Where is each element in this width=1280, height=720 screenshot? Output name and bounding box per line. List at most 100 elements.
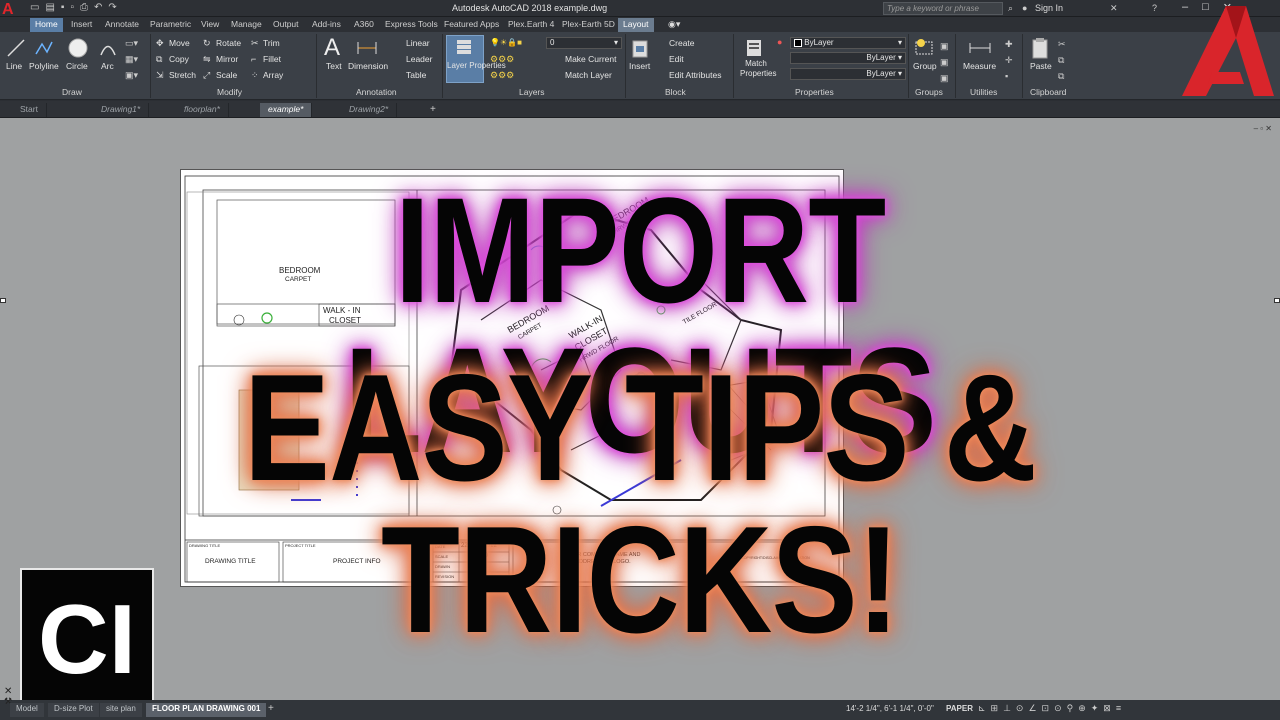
layer-properties-button[interactable]: Layer Properties — [446, 35, 506, 83]
status-tools-icons[interactable]: ⊾⊞⊥⊙∠⊡⊙⚲⊕✦⊠≡ — [978, 703, 1126, 714]
dimension-icon[interactable] — [356, 38, 378, 58]
paper-space-toggle[interactable]: PAPER — [946, 704, 973, 713]
tab-view[interactable]: View — [201, 18, 219, 32]
print-icon[interactable]: ⎙ — [80, 2, 88, 13]
tab-layout[interactable]: Layout — [618, 18, 654, 32]
search-input[interactable]: Type a keyword or phrase — [883, 2, 1003, 15]
hatch-icon[interactable]: ▦▾ — [125, 54, 138, 65]
sign-in-button[interactable]: Sign In — [1035, 3, 1063, 13]
annotation-panel-label[interactable]: Annotation — [356, 87, 397, 97]
tab-output[interactable]: Output — [273, 18, 299, 32]
edit-attributes-button[interactable]: Edit Attributes — [669, 70, 721, 80]
layout-tab-site-plan[interactable]: site plan — [100, 703, 142, 717]
table-button[interactable]: Table — [406, 70, 426, 80]
polyline-button[interactable]: Polyline — [29, 61, 59, 71]
match-properties-icon[interactable] — [744, 37, 764, 59]
tab-add-ins[interactable]: Add-ins — [312, 18, 341, 32]
paste-button[interactable]: Paste — [1030, 61, 1052, 71]
rectangle-icon[interactable]: ▭▾ — [125, 38, 138, 49]
insert-block-icon[interactable] — [630, 38, 650, 60]
rotate-button[interactable]: Rotate — [216, 38, 241, 48]
tab-parametric[interactable]: Parametric — [150, 18, 191, 32]
scale-button[interactable]: Scale — [216, 70, 237, 80]
linetype-dropdown[interactable]: ByLayer ▾ — [790, 52, 906, 64]
arc-icon[interactable] — [98, 38, 118, 58]
layer-tools-icons-2[interactable]: ⚙⚙⚙ — [490, 70, 514, 81]
mirror-button[interactable]: Mirror — [216, 54, 238, 64]
groups-panel-label[interactable]: Groups — [915, 87, 943, 97]
tab-express-tools[interactable]: Express Tools — [385, 18, 438, 32]
viewport-controls[interactable]: – ▫ ✕ — [1254, 124, 1272, 133]
leader-button[interactable]: Leader — [406, 54, 432, 64]
linear-button[interactable]: Linear — [406, 38, 430, 48]
edit-button[interactable]: Edit — [669, 54, 684, 64]
layers-panel-label[interactable]: Layers — [519, 87, 545, 97]
dimension-button[interactable]: Dimension — [348, 61, 388, 71]
paste-icon[interactable] — [1030, 36, 1050, 60]
binoculars-icon[interactable]: ⌕ — [1008, 3, 1013, 14]
utility-tools-icons[interactable]: ✚ ✛ ▪ — [1005, 36, 1013, 84]
doc-tab-floorplan[interactable]: floorplan* — [176, 103, 229, 117]
boundary-icon[interactable]: ▣▾ — [125, 70, 138, 81]
tab-home[interactable]: Home — [30, 18, 63, 32]
make-current-button[interactable]: Make Current — [565, 54, 617, 64]
copy-button[interactable]: Copy — [169, 54, 189, 64]
clipboard-tools-icons[interactable]: ✂ ⧉ ⧉ — [1058, 36, 1066, 84]
fillet-button[interactable]: Fillet — [263, 54, 281, 64]
lineweight-dropdown[interactable]: ByLayer ▾ — [790, 68, 906, 80]
redo-icon[interactable]: ↷ — [108, 2, 116, 13]
layout-tab-model[interactable]: Model — [10, 703, 44, 717]
tab-featured-apps[interactable]: Featured Apps — [444, 18, 499, 32]
utilities-panel-label[interactable]: Utilities — [970, 87, 997, 97]
doc-tab-drawing1[interactable]: Drawing1* — [93, 103, 150, 117]
layout-tab-floor-plan[interactable]: FLOOR PLAN DRAWING 001 — [146, 703, 267, 717]
circle-icon[interactable] — [67, 37, 89, 59]
doc-tab-drawing2[interactable]: Drawing2* — [341, 103, 398, 117]
layer-tools-icons[interactable]: ⚙⚙⚙ — [490, 54, 514, 65]
application-menu-button[interactable]: A — [2, 1, 28, 18]
measure-button[interactable]: Measure — [963, 61, 996, 71]
group-icon[interactable] — [913, 36, 937, 58]
layout-tab-d-size-plot[interactable]: D-size Plot — [48, 703, 99, 717]
ribbon-options-icon[interactable]: ◉▾ — [668, 19, 680, 30]
doc-tab-example[interactable]: example* — [260, 103, 313, 117]
modify-panel-label[interactable]: Modify — [217, 87, 242, 97]
arc-button[interactable]: Arc — [101, 61, 114, 71]
add-layout-icon[interactable]: + — [268, 703, 274, 714]
help-icon[interactable]: ? — [1152, 3, 1157, 13]
group-tools-icons[interactable]: ▣ ▣ ▣ — [940, 38, 949, 86]
new-tab-icon[interactable]: + — [430, 104, 436, 115]
grip-right[interactable] — [1274, 298, 1280, 303]
tab-a360[interactable]: A360 — [354, 18, 374, 32]
layer-dropdown[interactable]: 0 ▾ — [546, 37, 622, 49]
undo-icon[interactable]: ↶ — [94, 2, 102, 13]
text-button[interactable]: Text — [326, 61, 342, 71]
color-dropdown[interactable]: ByLayer ▾ — [790, 37, 906, 49]
array-button[interactable]: Array — [263, 70, 283, 80]
match-layer-button[interactable]: Match Layer — [565, 70, 612, 80]
doc-tab-start[interactable]: Start — [12, 103, 47, 117]
polyline-icon[interactable] — [34, 38, 54, 58]
clipboard-panel-label[interactable]: Clipboard — [1030, 87, 1066, 97]
tab-annotate[interactable]: Annotate — [105, 18, 139, 32]
tab-plex-earth-5d[interactable]: Plex-Earth 5D — [562, 18, 615, 32]
move-button[interactable]: Move — [169, 38, 190, 48]
tab-plex-earth-4[interactable]: Plex.Earth 4 — [508, 18, 554, 32]
line-icon[interactable] — [6, 38, 26, 58]
tab-manage[interactable]: Manage — [231, 18, 262, 32]
circle-button[interactable]: Circle — [66, 61, 88, 71]
measure-icon[interactable] — [968, 38, 992, 58]
save-icon[interactable]: ▪ — [61, 2, 65, 13]
trim-button[interactable]: Trim — [263, 38, 280, 48]
line-button[interactable]: Line — [6, 61, 22, 71]
stretch-button[interactable]: Stretch — [169, 70, 196, 80]
cart-icon[interactable]: ✕ — [1110, 3, 1118, 14]
block-panel-label[interactable]: Block — [665, 87, 686, 97]
match-properties-button[interactable]: Match Properties — [740, 59, 776, 79]
group-button[interactable]: Group — [913, 61, 937, 71]
insert-button[interactable]: Insert — [629, 61, 650, 71]
new-icon[interactable]: ▭ — [30, 2, 39, 13]
properties-panel-label[interactable]: Properties — [795, 87, 834, 97]
grip-left[interactable] — [0, 298, 6, 303]
open-icon[interactable]: ▤ — [45, 2, 54, 13]
